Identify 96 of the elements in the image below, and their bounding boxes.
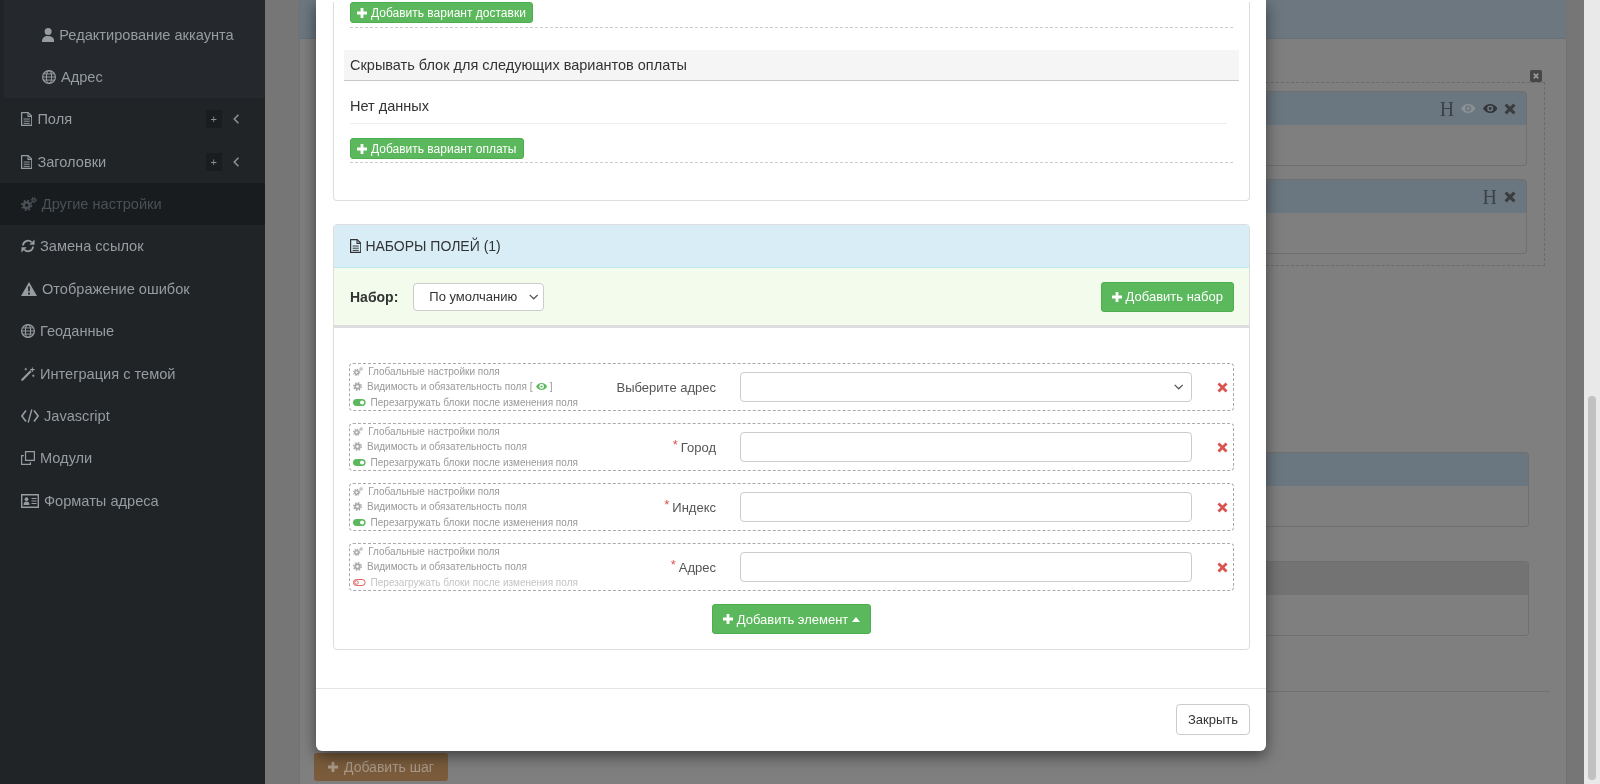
field-label: Выберите адрес [616,379,716,395]
required-mark: * [672,436,678,452]
toggle-icon[interactable] [353,578,366,586]
caret-icon [852,616,861,622]
delete-icon[interactable] [1217,501,1228,513]
global-settings-link[interactable]: Глобальные настройки поля [353,484,500,500]
scrollbar-thumb[interactable] [1588,396,1596,780]
input-field[interactable] [740,492,1192,522]
wand-icon [21,366,35,381]
field-label: Индекс [672,499,716,515]
close-button[interactable]: Закрыть [1175,704,1250,735]
set-select[interactable]: По умолчанию [413,282,545,311]
globe-icon [21,324,35,339]
reload-link[interactable]: Перезагружать блоки после изменения поля [353,394,578,410]
gear-icon [353,562,362,572]
sidebar-item[interactable]: Поля [0,98,206,141]
global-settings-link[interactable]: Глобальные настройки поля [353,364,500,380]
gears-icon [353,367,364,377]
chevron-icon [528,293,539,300]
add-element-button[interactable]: Добавить элемент [711,604,872,634]
gear-icon [353,502,362,512]
code-icon [21,408,39,423]
sidebar-item[interactable]: Замена ссылок [0,225,265,268]
sidebar-item[interactable]: Заголовки [0,140,206,183]
add-badge[interactable]: + [205,152,222,171]
user-icon [42,28,55,42]
plus-icon [1111,291,1122,302]
sidebar-item[interactable]: Javascript [0,394,265,437]
plus-icon [357,7,367,18]
gears-icon [353,547,364,557]
heading-mark[interactable]: H [1439,98,1455,119]
sidebar-item[interactable]: Модули [0,437,265,480]
eye-icon[interactable] [1482,104,1497,113]
id-card-icon [21,493,39,508]
chevron-icon [1173,384,1183,390]
plus-icon [357,143,367,154]
visibility-link[interactable]: Видимость и обязательность поля [353,379,527,395]
warning-icon [21,281,37,296]
sidebar-item[interactable]: Интеграция с темой [0,352,265,395]
document-icon [21,154,33,169]
delete-icon[interactable] [1217,381,1228,393]
chevron-icon[interactable] [232,156,239,167]
eye-icon [535,383,547,391]
gear-icon [353,382,362,392]
toggle-icon[interactable] [353,398,366,406]
plus-icon [328,762,338,772]
sidebar-item[interactable]: Редактирование аккаунта [4,14,265,56]
scrollbar[interactable] [1584,0,1600,784]
gears-icon [21,196,37,211]
close-icon[interactable] [1504,190,1516,203]
input-field[interactable] [740,552,1192,582]
add-step-button[interactable]: Добавить шаг [314,753,448,781]
add-set-button[interactable]: Добавить набор [1100,281,1234,312]
sidebar-item[interactable]: Форматы адреса [0,479,265,522]
toggle-icon[interactable] [353,518,366,526]
copy-icon [21,451,35,466]
add-payment-button[interactable]: Добавить вариант оплаты [350,138,524,159]
visibility-link[interactable]: Видимость и обязательность поля [353,559,527,575]
global-settings-link[interactable]: Глобальные настройки поля [353,544,500,560]
document-icon [350,239,362,253]
global-settings-link[interactable]: Глобальные настройки поля [353,424,500,440]
section-header: Скрывать блок для следующих вариантов оплаты [344,50,1239,81]
close-icon[interactable] [1530,70,1542,82]
visibility-link[interactable]: Видимость и обязательность поля [353,499,527,515]
set-label: Набор: [350,288,399,305]
gears-icon [353,427,364,437]
field-label: Город [680,439,716,455]
empty-message: Нет данных [350,81,1227,124]
select-field[interactable] [740,372,1192,402]
reload-link[interactable]: Перезагружать блоки после изменения поля [353,454,578,470]
delete-icon[interactable] [1217,441,1228,453]
required-mark: * [670,556,676,572]
add-delivery-button[interactable]: Добавить вариант доставки [350,2,533,23]
required-mark: * [664,496,670,512]
input-field[interactable] [740,432,1192,462]
chevron-icon[interactable] [232,114,239,125]
reload-link[interactable]: Перезагружать блоки после изменения поля [353,514,578,530]
visibility-link[interactable]: Видимость и обязательность поля [353,439,527,455]
visibility-badge[interactable]: [ ] [529,379,553,395]
refresh-icon [21,239,35,254]
sidebar-item[interactable]: Отображение ошибок [0,267,265,310]
field-label: Адрес [678,559,716,575]
document-icon [21,112,33,127]
plus-icon [722,614,733,624]
gear-icon [353,442,362,452]
panel-title: НАБОРЫ ПОЛЕЙ (1) [365,238,501,254]
gears-icon [353,487,364,497]
add-badge[interactable]: + [205,110,222,129]
globe-icon [42,70,56,84]
eye-icon[interactable] [1461,104,1476,113]
sidebar-item[interactable]: Адрес [4,56,265,98]
toggle-icon[interactable] [353,458,366,466]
delete-icon[interactable] [1217,561,1228,573]
heading-mark[interactable]: H [1482,186,1497,207]
close-icon[interactable] [1504,102,1516,115]
sidebar-item[interactable]: Геоданные [0,310,265,353]
